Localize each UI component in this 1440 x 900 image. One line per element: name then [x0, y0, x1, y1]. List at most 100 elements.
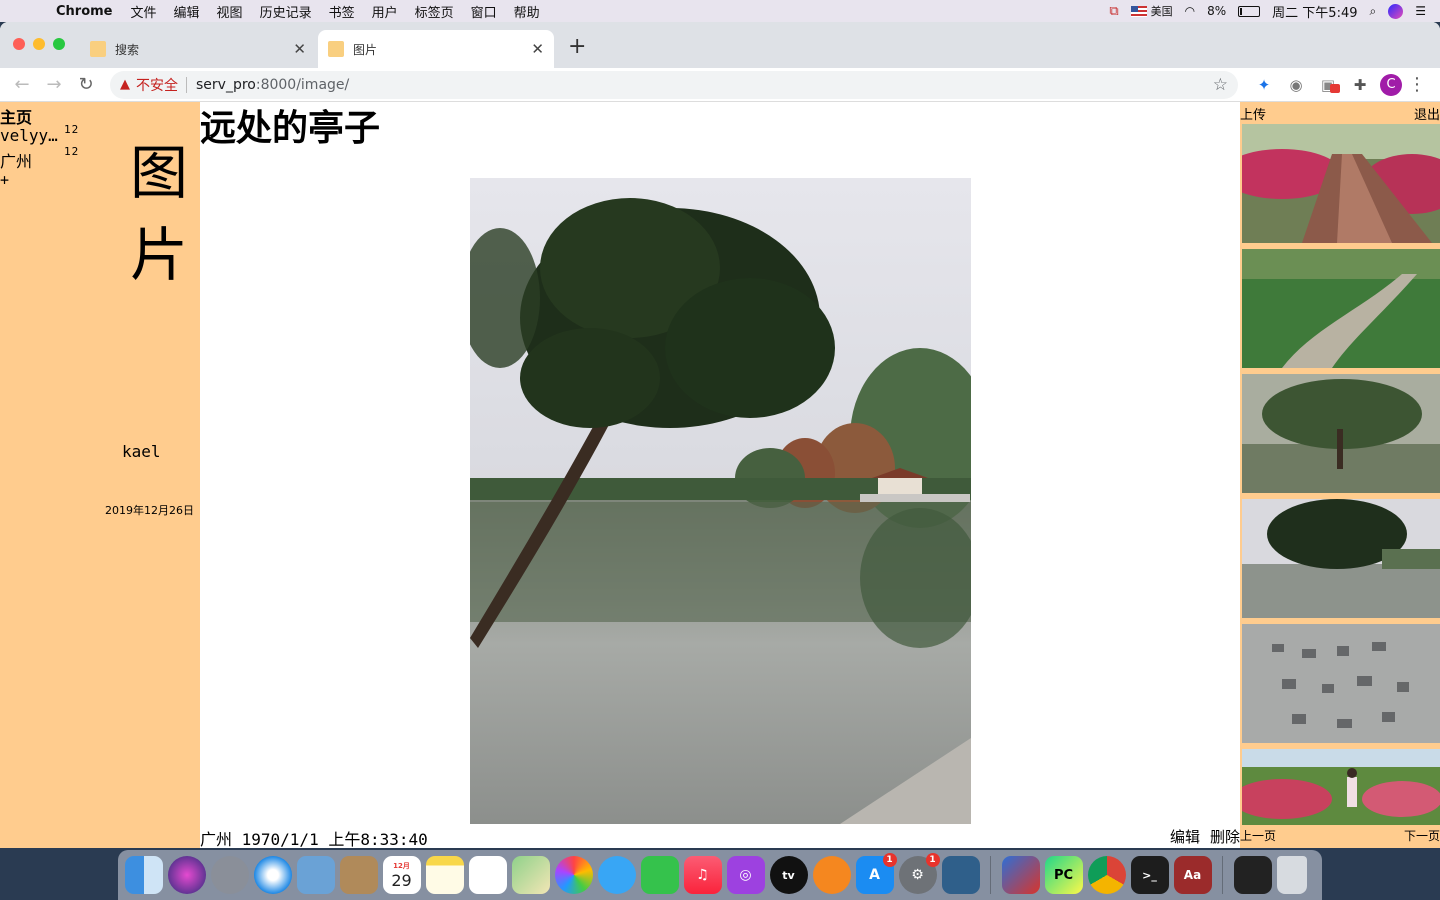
edit-link[interactable]: 编辑	[1170, 826, 1200, 847]
extension-badge-icon[interactable]: ▣	[1312, 76, 1344, 94]
thumbnail-calligraphy[interactable]	[1242, 624, 1440, 743]
album-item[interactable]: 广州 12	[0, 145, 80, 172]
add-album-button[interactable]: +	[0, 171, 9, 189]
calendar-month: 12月	[393, 861, 410, 870]
album-item[interactable]: velyy… 12	[0, 123, 79, 145]
url-host: serv_pro	[196, 76, 256, 93]
siri-icon[interactable]	[167, 856, 206, 894]
prev-page-link[interactable]: 上一页	[1240, 827, 1276, 844]
address-bar[interactable]: ▲ 不安全 serv_pro:8000/image/ ☆	[110, 70, 1238, 99]
reminders-icon[interactable]	[468, 856, 507, 894]
maps-icon[interactable]	[511, 856, 550, 894]
window-close-button[interactable]	[13, 38, 25, 50]
menu-people[interactable]: 用户	[372, 2, 398, 21]
photos-icon[interactable]	[554, 856, 593, 894]
home-link[interactable]: 主页	[0, 104, 32, 128]
thumbnail-garden-path[interactable]	[1242, 124, 1440, 243]
books-icon[interactable]	[812, 856, 851, 894]
menu-history[interactable]: 历史记录	[260, 2, 312, 21]
profile-avatar[interactable]: C	[1380, 73, 1402, 96]
calendar-day: 29	[391, 870, 412, 890]
menu-window[interactable]: 窗口	[471, 2, 497, 21]
calendar-icon[interactable]: 12月 29	[382, 856, 421, 894]
battery-icon[interactable]	[1238, 5, 1261, 17]
security-label[interactable]: 不安全	[136, 75, 178, 95]
pycharm-icon[interactable]: PC	[1044, 856, 1083, 894]
input-source[interactable]: 美国	[1130, 3, 1173, 19]
thumbnail-tree-reflection[interactable]	[1242, 499, 1440, 618]
menu-help[interactable]: 帮助	[514, 2, 540, 21]
music-icon[interactable]: ♫	[683, 856, 722, 894]
battery-percent: 8%	[1207, 4, 1227, 18]
menu-file[interactable]: 文件	[131, 2, 157, 21]
system-preferences-badge: 1	[925, 853, 940, 867]
messages-icon[interactable]	[597, 856, 636, 894]
delete-link[interactable]: 删除	[1210, 826, 1240, 847]
wifi-icon[interactable]: ◠	[1185, 4, 1195, 18]
back-arrow-icon[interactable]: ←	[6, 74, 38, 95]
bookmark-star-icon[interactable]: ☆	[1213, 75, 1228, 95]
tab-close-icon[interactable]: ✕	[293, 40, 306, 58]
mysql-workbench-icon[interactable]	[941, 856, 980, 894]
thumbnail-image	[1242, 624, 1440, 743]
upload-link[interactable]: 上传	[1240, 104, 1266, 123]
tab-search[interactable]: 搜索 ✕	[80, 30, 316, 68]
tab-close-icon[interactable]: ✕	[531, 40, 544, 58]
terminal-icon[interactable]: >_	[1130, 856, 1169, 894]
window-zoom-button[interactable]	[53, 38, 65, 50]
facetime-icon[interactable]	[640, 856, 679, 894]
thumbnail-rose-garden[interactable]	[1242, 749, 1440, 825]
next-page-link[interactable]: 下一页	[1404, 827, 1440, 844]
menubar-app-name[interactable]: Chrome	[56, 4, 113, 19]
spotlight-search-icon[interactable]: ⌕	[1370, 4, 1377, 19]
menubar-clock[interactable]: 周二 下午5:49	[1272, 2, 1357, 21]
parallels-icon[interactable]: ⧉	[1109, 4, 1118, 19]
finder-icon[interactable]	[124, 856, 163, 894]
user-name: kael	[122, 442, 161, 461]
extension-shield-icon[interactable]: ◉	[1280, 76, 1312, 94]
screen-recording-icon[interactable]	[1233, 856, 1272, 894]
url-text[interactable]: serv_pro:8000/image/	[196, 77, 349, 93]
siri-icon[interactable]	[1388, 3, 1404, 19]
thumbnail-image	[1242, 499, 1440, 618]
tv-icon[interactable]: tv	[769, 856, 808, 894]
chrome-menu-icon[interactable]: ⋮	[1402, 74, 1432, 95]
tab-favicon-icon	[328, 41, 344, 57]
safari-icon[interactable]	[253, 856, 292, 894]
logout-link[interactable]: 退出	[1414, 104, 1440, 123]
menu-view[interactable]: 视图	[217, 2, 243, 21]
launchpad-icon[interactable]	[210, 856, 249, 894]
preview-icon[interactable]	[296, 856, 335, 894]
reload-icon[interactable]: ↻	[70, 74, 102, 95]
window-minimize-button[interactable]	[33, 38, 45, 50]
extensions-puzzle-icon[interactable]: ✚	[1344, 76, 1376, 94]
menu-edit[interactable]: 编辑	[174, 2, 200, 21]
main-photo	[470, 178, 971, 824]
trash-icon[interactable]	[1276, 856, 1307, 894]
extension-blue-puzzle-icon[interactable]: ✦	[1248, 76, 1280, 94]
system-preferences-icon[interactable]: ⚙ 1	[898, 853, 940, 894]
thumbnail-stone-path[interactable]	[1242, 249, 1440, 368]
macos-menubar: Chrome 文件 编辑 视图 历史记录 书签 用户 标签页 窗口 帮助 ⧉ 美…	[0, 0, 1440, 22]
notes-icon[interactable]	[425, 856, 464, 894]
contacts-icon[interactable]	[339, 856, 378, 894]
menu-tab[interactable]: 标签页	[415, 2, 454, 21]
thumbnail-image	[1242, 374, 1440, 493]
warning-triangle-icon[interactable]: ▲	[120, 77, 130, 92]
forward-arrow-icon[interactable]: →	[38, 74, 70, 95]
thumbnail-tree-lake[interactable]	[1242, 374, 1440, 493]
dictionary-icon[interactable]: Aa	[1173, 856, 1212, 894]
chrome-icon[interactable]	[1087, 856, 1126, 894]
podcasts-icon[interactable]: ◎	[726, 856, 765, 894]
dock-divider	[1222, 856, 1223, 894]
page-viewport: 主页 velyy… 12 广州 12 + 图片 kael 2019年12月26日…	[0, 102, 1440, 848]
notification-center-icon[interactable]: ☰	[1415, 4, 1426, 18]
url-path: :8000/image/	[255, 76, 350, 93]
menu-bookmarks[interactable]: 书签	[329, 2, 355, 21]
app-store-icon[interactable]: A1	[855, 853, 897, 894]
browser-toolbar: ← → ↻ ▲ 不安全 serv_pro:8000/image/ ☆ ✦ ◉ ▣…	[0, 68, 1440, 102]
tab-images[interactable]: 图片 ✕	[318, 30, 554, 68]
parallels-icon[interactable]	[1001, 856, 1040, 894]
new-tab-button[interactable]: +	[568, 34, 586, 59]
album-count: 12	[64, 145, 80, 158]
